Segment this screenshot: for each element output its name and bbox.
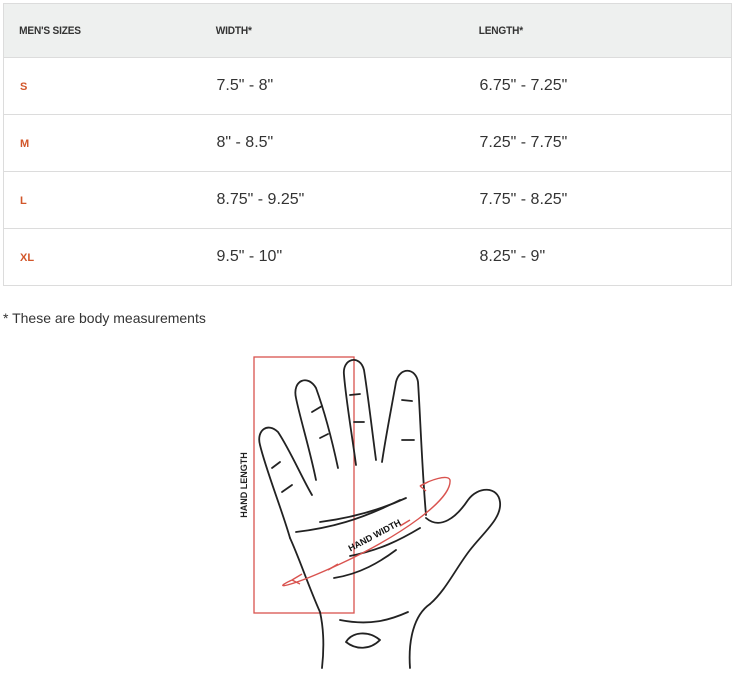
size-cell: M	[3, 114, 201, 172]
length-cell: 6.75" - 7.25"	[463, 57, 732, 115]
size-label: M	[20, 138, 30, 150]
hand-measurement-diagram: HAND LENGTH HAND WIDTH	[239, 356, 501, 669]
length-cell: 7.75" - 8.25"	[463, 171, 732, 229]
size-label: XL	[20, 252, 35, 264]
size-cell: XL	[3, 228, 201, 286]
size-chart-table: MEN'S SIZES WIDTH* LENGTH* S 7.5" - 8" 6…	[3, 3, 732, 286]
width-cell: 8" - 8.5"	[200, 114, 464, 172]
length-cell: 7.25" - 7.75"	[463, 114, 732, 172]
hand-icon	[258, 359, 501, 669]
header-mens-sizes: MEN'S SIZES	[3, 3, 185, 58]
table-row: S 7.5" - 8" 6.75" - 7.25"	[3, 57, 732, 115]
measurement-note: * These are body measurements	[3, 310, 206, 326]
header-length: LENGTH*	[463, 3, 711, 58]
header-width: WIDTH*	[200, 3, 443, 58]
table-header-row: MEN'S SIZES WIDTH* LENGTH*	[3, 3, 732, 58]
width-cell: 9.5" - 10"	[200, 228, 464, 286]
width-cell: 7.5" - 8"	[200, 57, 464, 115]
size-cell: S	[3, 57, 201, 115]
length-cell: 8.25" - 9"	[463, 228, 732, 286]
hand-length-label: HAND LENGTH	[239, 452, 249, 518]
table-row: M 8" - 8.5" 7.25" - 7.75"	[3, 114, 732, 172]
width-cell: 8.75" - 9.25"	[200, 171, 464, 229]
size-cell: L	[3, 171, 201, 229]
table-row: L 8.75" - 9.25" 7.75" - 8.25"	[3, 171, 732, 229]
size-label: L	[20, 195, 27, 207]
size-label: S	[20, 81, 28, 93]
table-row: XL 9.5" - 10" 8.25" - 9"	[3, 228, 732, 286]
